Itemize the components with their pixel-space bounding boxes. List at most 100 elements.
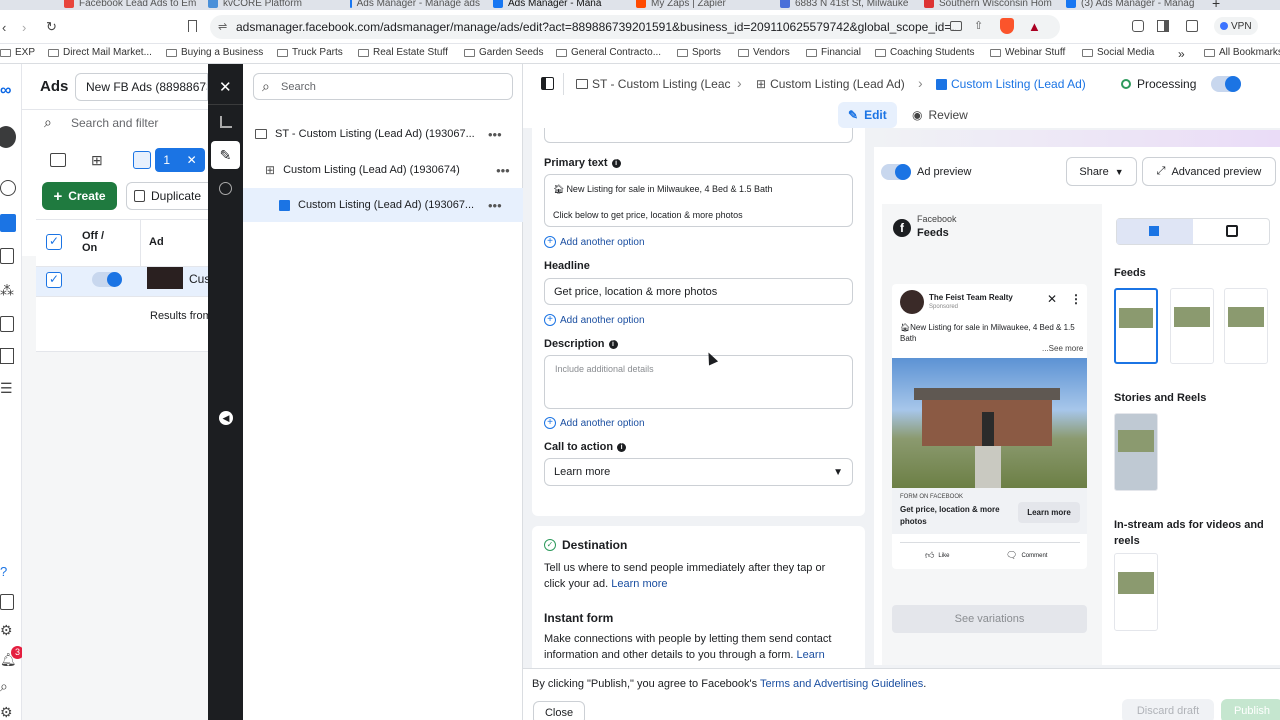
bookmark-item[interactable]: Direct Mail Market... bbox=[48, 47, 152, 58]
audiences-icon[interactable]: ⁂ bbox=[0, 282, 18, 298]
account-selector[interactable]: New FB Ads (8898867392 bbox=[75, 73, 208, 101]
ad-on-off-toggle[interactable] bbox=[1211, 76, 1241, 92]
browser-tab[interactable]: Southern Wisconsin Hom bbox=[924, 0, 1052, 10]
info-icon[interactable]: i bbox=[608, 339, 618, 349]
like-action[interactable]: 👍︎ Like bbox=[925, 550, 949, 561]
more-vertical-icon[interactable]: ⋮ bbox=[1070, 292, 1082, 306]
tree-item-ad-selected[interactable]: Custom Listing (Lead Ad) (193067... ••• bbox=[243, 188, 523, 222]
search-filter-input[interactable]: Search and filter bbox=[71, 116, 158, 130]
browser-tab-active[interactable]: Ads Manager - Mana bbox=[493, 0, 623, 10]
share-button[interactable]: Share ▼ bbox=[1066, 157, 1137, 186]
reload-icon[interactable]: ↻ bbox=[46, 19, 57, 35]
breadcrumb-ad[interactable]: Custom Listing (Lead Ad) bbox=[936, 77, 1086, 91]
stories-thumbnail[interactable] bbox=[1114, 413, 1158, 491]
bookmark-icon[interactable] bbox=[188, 20, 197, 32]
bookmark-item[interactable]: Truck Parts bbox=[277, 47, 343, 58]
cast-icon[interactable] bbox=[950, 21, 962, 31]
help-icon[interactable]: ? bbox=[0, 564, 18, 580]
bookmarks-overflow-button[interactable]: » bbox=[1178, 47, 1185, 61]
add-headline-option[interactable]: + Add another option bbox=[544, 314, 645, 326]
browser-tab[interactable]: Ads Manager - Manage ads bbox=[350, 0, 480, 10]
browser-tab[interactable]: 6883 N 41st St, Milwauke bbox=[780, 0, 912, 10]
vpn-button[interactable]: VPN bbox=[1214, 17, 1258, 35]
description-input[interactable]: Include additional details bbox=[544, 355, 853, 409]
extensions-icon[interactable] bbox=[1132, 20, 1144, 32]
bookmark-item[interactable]: General Contracto... bbox=[556, 47, 661, 58]
all-tools-icon[interactable]: ☰ bbox=[0, 380, 18, 396]
headline-input[interactable]: Get price, location & more photos bbox=[544, 278, 853, 305]
browser-tab[interactable]: Facebook Lead Ads to Em bbox=[64, 0, 199, 10]
bookmark-item[interactable]: Financial bbox=[806, 47, 861, 58]
previous-field[interactable] bbox=[544, 128, 853, 143]
adsets-grid-icon[interactable]: ⊞ bbox=[91, 152, 103, 169]
feeds-thumbnail[interactable] bbox=[1224, 288, 1268, 364]
breadcrumb-adset[interactable]: ⊞ Custom Listing (Lead Ad) bbox=[756, 77, 905, 91]
more-options-icon[interactable]: ••• bbox=[488, 198, 502, 213]
see-variations-button[interactable]: See variations bbox=[892, 605, 1087, 633]
charts-icon[interactable] bbox=[220, 116, 232, 128]
breadcrumb-campaign[interactable]: ST - Custom Listing (Leac bbox=[576, 77, 732, 91]
clear-selection-icon[interactable]: ✕ bbox=[187, 153, 197, 167]
media-library-icon[interactable] bbox=[0, 316, 14, 332]
preview-cta-button[interactable]: Learn more bbox=[1018, 502, 1080, 523]
bookmark-item[interactable]: Vendors bbox=[738, 47, 790, 58]
browser-tab[interactable]: kvCORE Platform bbox=[208, 0, 338, 10]
terms-link[interactable]: Terms and Advertising Guidelines bbox=[760, 678, 923, 690]
site-info-icon[interactable]: ⇌ bbox=[218, 20, 227, 33]
info-icon[interactable]: i bbox=[617, 442, 627, 452]
see-more-link[interactable]: ...See more bbox=[1042, 344, 1083, 353]
bookmark-item[interactable]: Buying a Business bbox=[166, 47, 263, 58]
brave-shield-icon[interactable] bbox=[1000, 18, 1014, 34]
all-bookmarks-button[interactable]: All Bookmarks bbox=[1204, 47, 1280, 58]
pages-icon[interactable] bbox=[0, 248, 14, 264]
browser-tab[interactable]: My Zaps | Zapier bbox=[636, 0, 766, 10]
instream-thumbnail[interactable] bbox=[1114, 553, 1158, 631]
bookmark-item[interactable]: Real Estate Stuff bbox=[358, 47, 448, 58]
bookmark-item[interactable]: EXP bbox=[0, 47, 35, 58]
bookmark-item[interactable]: Sports bbox=[677, 47, 721, 58]
row-checkbox[interactable]: ✓ bbox=[46, 272, 62, 288]
feeds-thumbnail[interactable] bbox=[1170, 288, 1214, 364]
select-all-checkbox[interactable]: ✓ bbox=[46, 234, 62, 250]
add-primary-text-option[interactable]: + Add another option bbox=[544, 236, 645, 248]
search-icon[interactable]: ⌕ bbox=[0, 678, 18, 694]
add-description-option[interactable]: + Add another option bbox=[544, 417, 645, 429]
bookmark-item[interactable]: Social Media bbox=[1082, 47, 1154, 58]
sidebar-toggle-icon[interactable] bbox=[1157, 20, 1169, 32]
meta-logo-icon[interactable]: ∞ bbox=[0, 82, 18, 99]
browser-tab[interactable]: (3) Ads Manager - Manag bbox=[1066, 0, 1196, 10]
bookmark-item[interactable]: Coaching Students bbox=[875, 47, 975, 58]
ads-level-icon[interactable] bbox=[133, 151, 151, 169]
wallet-icon[interactable] bbox=[1186, 20, 1198, 32]
debug-icon[interactable]: ⚙ bbox=[0, 704, 18, 720]
dashboard-icon[interactable] bbox=[0, 180, 16, 196]
share-page-icon[interactable]: ⇧ bbox=[974, 19, 983, 32]
bookmark-item[interactable]: Garden Seeds bbox=[464, 47, 544, 58]
discard-draft-button[interactable]: Discard draft bbox=[1122, 699, 1214, 720]
selected-count-chip[interactable]: 1 ✕ bbox=[155, 148, 205, 172]
bookmark-item[interactable]: Webinar Stuff bbox=[990, 47, 1065, 58]
edit-tab[interactable]: ✎ Edit bbox=[838, 102, 897, 128]
duplicate-button[interactable]: Duplicate bbox=[126, 182, 208, 210]
info-icon[interactable]: i bbox=[611, 158, 621, 168]
comment-action[interactable]: 🗨︎ Comment bbox=[1006, 550, 1047, 561]
multi-layout-icon[interactable] bbox=[1226, 225, 1238, 237]
col-off-on[interactable]: Off / On bbox=[82, 230, 122, 254]
address-bar[interactable]: ⇌ adsmanager.facebook.com/adsmanager/man… bbox=[210, 15, 1060, 39]
close-button[interactable]: Close bbox=[533, 701, 585, 720]
history-clock-icon[interactable] bbox=[219, 182, 232, 195]
avatar[interactable] bbox=[0, 126, 16, 148]
new-tab-button[interactable]: + bbox=[1212, 0, 1226, 10]
create-button[interactable]: + Create bbox=[42, 182, 117, 210]
edit-pencil-icon[interactable]: ✎ bbox=[211, 141, 240, 169]
feeds-thumbnail-selected[interactable] bbox=[1114, 288, 1158, 364]
primary-text-field[interactable]: 🏠︎ New Listing for sale in Milwaukee, 4 B… bbox=[544, 174, 853, 227]
tree-item-adset[interactable]: ⊞ Custom Listing (Lead Ad) (1930674) ••• bbox=[243, 154, 523, 186]
close-icon[interactable]: ✕ bbox=[1047, 292, 1057, 306]
close-editor-icon[interactable]: ✕ bbox=[219, 78, 232, 96]
more-options-icon[interactable]: ••• bbox=[488, 127, 502, 142]
back-arrow-icon[interactable]: ‹ bbox=[2, 20, 6, 35]
tree-search-input[interactable]: ⌕ Search bbox=[253, 73, 513, 100]
rewards-icon[interactable]: ▲ bbox=[1028, 19, 1041, 34]
forward-arrow-icon[interactable]: › bbox=[22, 20, 26, 35]
